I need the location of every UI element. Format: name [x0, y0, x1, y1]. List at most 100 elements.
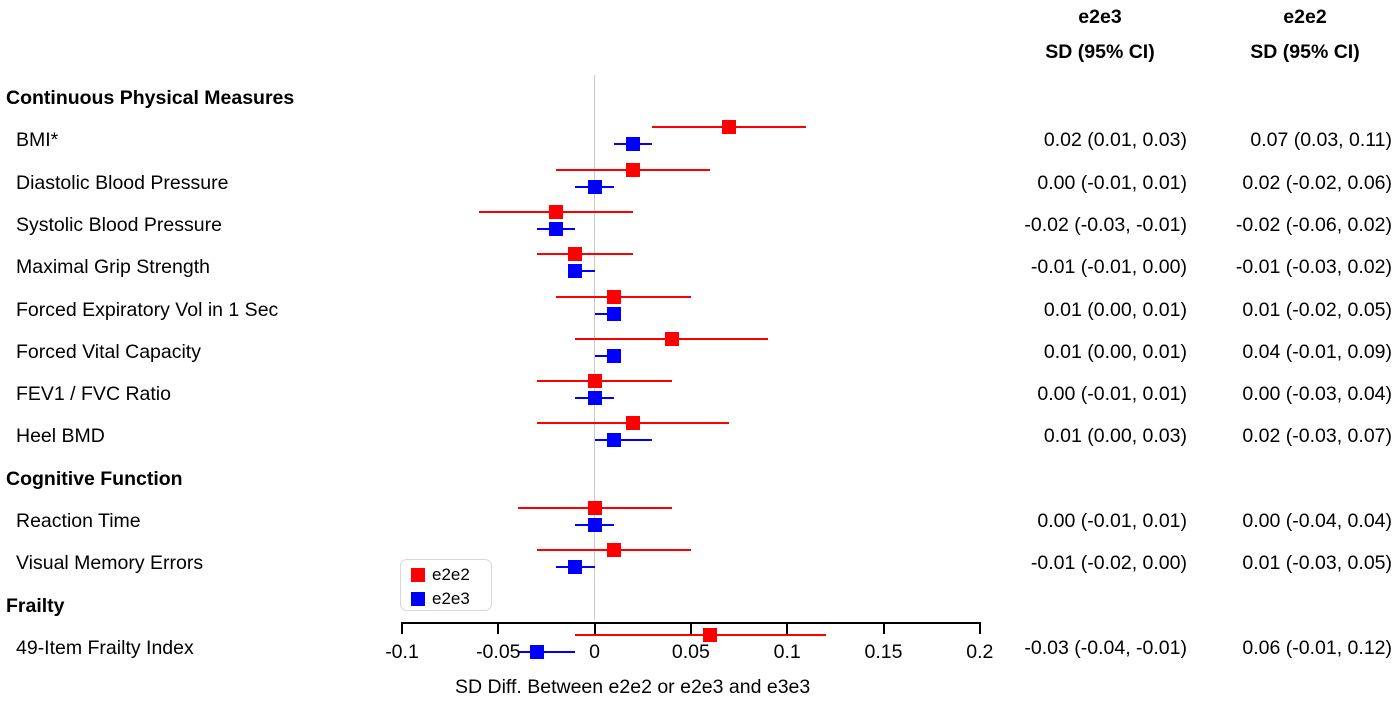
row-label: Heel BMD [16, 425, 105, 448]
confidence-interval-e2e2 [479, 210, 634, 213]
confidence-interval-e2e2 [652, 126, 807, 129]
confidence-interval-e2e2 [536, 549, 691, 552]
legend: e2e2 e2e3 [400, 559, 492, 611]
legend-item-e2e3: e2e3 [411, 590, 470, 607]
column-header-e2e3-title: e2e3 [1078, 6, 1122, 28]
legend-swatch-red-icon [411, 567, 425, 582]
row-label: FEV1 / FVC Ratio [16, 383, 171, 406]
forest-plot-figure: e2e3 SD (95% CI) e2e2 SD (95% CI) Contin… [0, 0, 1400, 706]
cell-e2e2-estimate: 0.04 (-0.01, 0.09) [1242, 340, 1392, 363]
point-estimate-e2e2 [587, 501, 602, 515]
confidence-interval-e2e2 [536, 422, 730, 425]
x-axis-tick [593, 622, 596, 634]
confidence-interval-e2e3 [575, 185, 614, 188]
confidence-interval-e2e2 [556, 168, 711, 171]
cell-e2e3-estimate: 0.00 (-0.01, 0.01) [1037, 171, 1187, 194]
x-axis-title: SD Diff. Between e2e2 or e2e3 and e3e3 [455, 676, 811, 698]
cell-e2e3-estimate: 0.01 (0.00, 0.01) [1043, 298, 1187, 321]
x-axis-tick-label: 0 [589, 641, 601, 663]
x-axis-tick-label: 0.1 [773, 641, 801, 663]
cell-e2e3-estimate: 0.00 (-0.01, 0.01) [1037, 510, 1187, 532]
x-axis-tick-label: 0.2 [966, 641, 994, 663]
column-header-e2e3-subtitle: SD (95% CI) [1045, 41, 1155, 63]
point-estimate-e2e3 [549, 221, 564, 236]
cell-e2e3-estimate: -0.01 (-0.01, 0.00) [1030, 256, 1187, 279]
confidence-interval-e2e2 [575, 633, 826, 636]
cell-e2e2-estimate: -0.02 (-0.06, 0.02) [1235, 213, 1392, 236]
point-estimate-e2e2 [587, 374, 602, 389]
row-label: Forced Expiratory Vol in 1 Sec [16, 298, 279, 321]
x-axis-tick [401, 622, 403, 634]
legend-item-e2e2: e2e2 [411, 566, 470, 583]
confidence-interval-e2e2 [536, 253, 634, 256]
confidence-interval-e2e2 [556, 295, 691, 298]
column-header-e2e2-title: e2e2 [1283, 6, 1327, 28]
row-label: 49-Item Frailty Index [16, 636, 194, 659]
point-estimate-e2e2 [549, 204, 564, 219]
group-heading: Continuous Physical Measures [6, 87, 295, 109]
cell-e2e2-estimate: 0.02 (-0.03, 0.07) [1242, 425, 1392, 448]
group-heading: Frailty [6, 594, 65, 617]
x-axis-tick [689, 622, 692, 634]
cell-e2e2-estimate: 0.07 (0.03, 0.11) [1250, 129, 1392, 152]
legend-label-e2e2: e2e2 [432, 565, 470, 584]
point-estimate-e2e3 [587, 391, 602, 406]
row-label: Visual Memory Errors [16, 552, 204, 575]
cell-e2e2-estimate: 0.01 (-0.03, 0.05) [1242, 552, 1392, 575]
legend-label-e2e3: e2e3 [432, 589, 470, 608]
cell-e2e2-estimate: 0.00 (-0.04, 0.04) [1242, 510, 1392, 532]
cell-e2e3-estimate: -0.01 (-0.02, 0.00) [1030, 552, 1187, 575]
point-estimate-e2e2 [626, 416, 641, 431]
confidence-interval-e2e2 [536, 380, 672, 383]
row-label: Systolic Blood Pressure [16, 213, 222, 236]
cell-e2e3-estimate: 0.02 (0.01, 0.03) [1043, 129, 1187, 152]
point-estimate-e2e3 [606, 306, 621, 321]
x-axis-tick [978, 622, 981, 634]
x-axis-tick-label: 0.15 [864, 641, 903, 663]
cell-e2e2-estimate: 0.02 (-0.02, 0.06) [1242, 171, 1392, 194]
row-label: Forced Vital Capacity [16, 340, 201, 363]
x-axis-tick [882, 622, 885, 634]
group-heading: Cognitive Function [6, 467, 183, 490]
point-estimate-e2e3 [606, 433, 621, 448]
cell-e2e3-estimate: 0.01 (0.00, 0.01) [1043, 340, 1187, 363]
cell-e2e3-estimate: -0.02 (-0.03, -0.01) [1024, 213, 1187, 236]
cell-e2e2-estimate: 0.00 (-0.03, 0.04) [1242, 383, 1392, 406]
x-axis-tick [786, 622, 789, 634]
cell-e2e3-estimate: -0.03 (-0.04, -0.01) [1024, 636, 1187, 659]
row-label: BMI* [16, 129, 59, 152]
x-axis-tick-label: -0.1 [385, 641, 419, 663]
point-estimate-e2e3 [568, 264, 583, 279]
cell-e2e2-estimate: 0.01 (-0.02, 0.05) [1242, 298, 1392, 321]
point-estimate-e2e3 [568, 560, 583, 575]
cell-e2e3-estimate: 0.00 (-0.01, 0.01) [1037, 383, 1187, 406]
confidence-interval-e2e3 [594, 312, 614, 315]
confidence-interval-e2e3 [575, 524, 614, 526]
point-estimate-e2e2 [664, 331, 679, 346]
x-axis-tick [497, 622, 500, 634]
cell-e2e3-estimate: 0.01 (0.00, 0.03) [1043, 425, 1187, 448]
confidence-interval-e2e3 [594, 354, 614, 357]
cell-e2e2-estimate: 0.06 (-0.01, 0.12) [1242, 636, 1392, 659]
point-estimate-e2e2 [703, 627, 718, 642]
column-header-e2e2-subtitle: SD (95% CI) [1250, 41, 1360, 63]
confidence-interval-e2e2 [575, 337, 768, 340]
confidence-interval-e2e3 [575, 270, 595, 273]
row-label: Reaction Time [16, 510, 141, 532]
confidence-interval-e2e3 [536, 227, 576, 230]
row-label: Maximal Grip Strength [16, 256, 210, 279]
confidence-interval-e2e3 [594, 439, 653, 442]
confidence-interval-e2e3 [556, 566, 595, 569]
x-axis-tick-label: 0.05 [671, 641, 710, 663]
point-estimate-e2e3 [626, 137, 641, 152]
confidence-interval-e2e3 [575, 397, 614, 400]
point-estimate-e2e2 [606, 289, 621, 304]
confidence-interval-e2e3 [613, 143, 653, 146]
x-axis-tick-label: -0.05 [476, 641, 521, 663]
legend-swatch-blue-icon [411, 591, 425, 606]
row-label: Diastolic Blood Pressure [16, 171, 229, 194]
point-estimate-e2e2 [626, 162, 641, 177]
point-estimate-e2e3 [606, 348, 621, 363]
point-estimate-e2e3 [587, 518, 602, 532]
zero-reference-line [594, 75, 595, 620]
